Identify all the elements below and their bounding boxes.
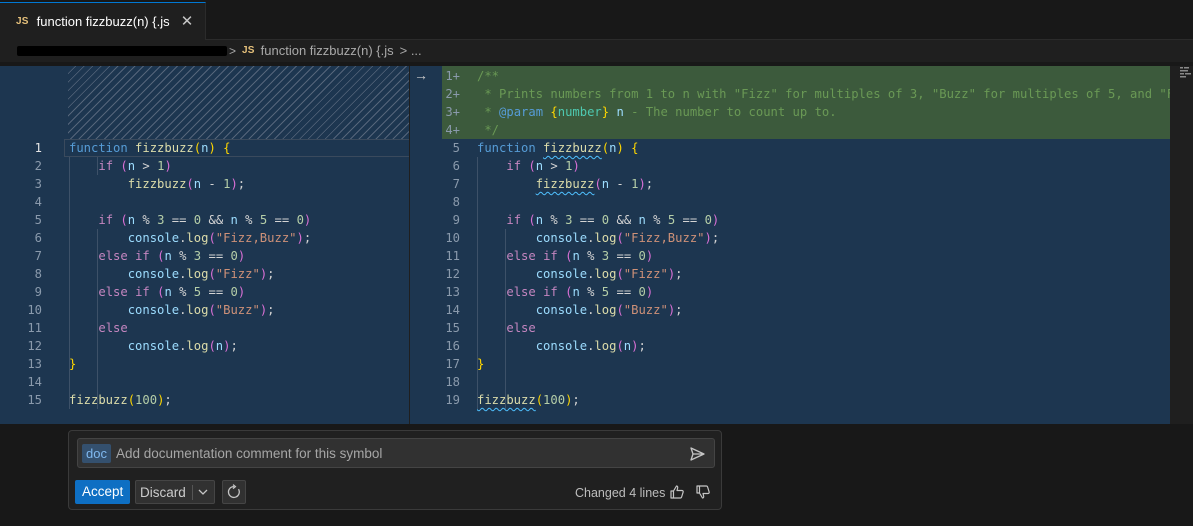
code-line[interactable]: fizzbuzz(100); bbox=[69, 391, 172, 409]
code-line[interactable]: } bbox=[69, 355, 76, 373]
line-number: 12 bbox=[445, 267, 460, 281]
added-comment-line[interactable]: * Prints numbers from 1 to n with "Fizz"… bbox=[477, 85, 1170, 103]
code-line[interactable]: fizzbuzz(100); bbox=[477, 391, 580, 409]
code-line[interactable]: else if (n % 5 == 0) bbox=[477, 283, 653, 301]
thumbs-up-icon[interactable] bbox=[669, 484, 685, 500]
line-number: 13 bbox=[27, 357, 42, 371]
line-number: 5 bbox=[34, 213, 42, 227]
line-number: 3 bbox=[34, 177, 42, 191]
line-number: 8 bbox=[34, 267, 42, 281]
code-line[interactable]: else if (n % 3 == 0) bbox=[477, 247, 653, 265]
line-number: 6 bbox=[452, 159, 460, 173]
overview-ruler[interactable] bbox=[1170, 66, 1193, 424]
code-line[interactable]: if (n > 1) bbox=[69, 157, 171, 175]
tab-bar: JS function fizzbuzz(n) {.js ✕ bbox=[0, 0, 1193, 40]
editor-tab[interactable]: JS function fizzbuzz(n) {.js ✕ bbox=[0, 2, 206, 40]
code-line[interactable]: console.log(n); bbox=[477, 337, 646, 355]
chevron-down-icon[interactable] bbox=[196, 485, 210, 499]
line-number: 15 bbox=[27, 393, 42, 407]
regenerate-button[interactable] bbox=[222, 480, 246, 504]
refresh-icon bbox=[227, 484, 240, 499]
redacted-path bbox=[17, 46, 227, 56]
added-comment-line[interactable]: /** bbox=[477, 67, 1170, 85]
diff-placeholder-hatch bbox=[68, 66, 410, 139]
line-number: 12 bbox=[27, 339, 42, 353]
code-line[interactable]: console.log("Fizz,Buzz"); bbox=[69, 229, 311, 247]
code-line[interactable]: else if (n % 3 == 0) bbox=[69, 247, 245, 265]
code-line[interactable]: console.log("Buzz"); bbox=[69, 301, 275, 319]
line-number: 8 bbox=[452, 195, 460, 209]
doc-prompt-input[interactable]: doc Add documentation comment for this s… bbox=[77, 438, 715, 468]
code-line[interactable]: console.log("Fizz"); bbox=[477, 265, 683, 283]
line-number: 11 bbox=[445, 249, 460, 263]
revert-arrow-icon[interactable]: → bbox=[411, 67, 431, 83]
input-placeholder: Add documentation comment for this symbo… bbox=[116, 446, 383, 461]
line-number: 9 bbox=[452, 213, 460, 227]
line-number: 2+ bbox=[445, 87, 460, 101]
code-line[interactable]: console.log("Fizz"); bbox=[69, 265, 275, 283]
code-line[interactable]: fizzbuzz(n - 1); bbox=[477, 175, 653, 193]
line-number: 7 bbox=[34, 249, 42, 263]
inline-chat-widget: doc Add documentation comment for this s… bbox=[68, 430, 722, 510]
doc-command-tag: doc bbox=[82, 444, 111, 463]
code-line[interactable]: console.log("Fizz,Buzz"); bbox=[477, 229, 719, 247]
button-separator bbox=[192, 485, 193, 500]
code-line[interactable]: console.log(n); bbox=[69, 337, 238, 355]
code-line[interactable]: else bbox=[69, 319, 127, 337]
js-file-icon: JS bbox=[242, 45, 255, 56]
code-line[interactable]: console.log("Buzz"); bbox=[477, 301, 683, 319]
code-line[interactable]: if (n > 1) bbox=[477, 157, 579, 175]
line-number: 5 bbox=[452, 141, 460, 155]
accept-button[interactable]: Accept bbox=[75, 480, 131, 504]
change-summary: Changed 4 lines bbox=[575, 486, 666, 500]
original-pane: 1 2 3 4 5 6 7 8 9 10 11 12 13 14 15 function fizzbuzz(… bbox=[0, 66, 410, 424]
line-number: 9 bbox=[34, 285, 42, 299]
line-number: 3+ bbox=[445, 105, 460, 119]
line-number: 10 bbox=[445, 231, 460, 245]
line-number: 10 bbox=[27, 303, 42, 317]
code-line[interactable]: function fizzbuzz(n) { bbox=[69, 139, 230, 157]
line-number: 18 bbox=[445, 375, 460, 389]
breadcrumb: > JS function fizzbuzz(n) {.js > ... bbox=[0, 40, 1193, 62]
code-line[interactable]: if (n % 3 == 0 && n % 5 == 0) bbox=[69, 211, 311, 229]
line-number: 13 bbox=[445, 285, 460, 299]
line-number: 2 bbox=[34, 159, 42, 173]
send-icon[interactable] bbox=[688, 445, 706, 463]
line-number: 1 bbox=[34, 141, 42, 155]
line-number: 4+ bbox=[445, 123, 460, 137]
discard-label: Discard bbox=[140, 485, 186, 500]
line-number: 6 bbox=[34, 231, 42, 245]
added-comment-line[interactable]: */ bbox=[477, 121, 1170, 139]
discard-button[interactable]: Discard bbox=[135, 480, 215, 504]
code-line[interactable]: if (n % 3 == 0 && n % 5 == 0) bbox=[477, 211, 719, 229]
line-number: 14 bbox=[445, 303, 460, 317]
line-number: 4 bbox=[34, 195, 42, 209]
tab-title: function fizzbuzz(n) {.js bbox=[36, 14, 170, 29]
added-comment-line[interactable]: * @param {number} n - The number to coun… bbox=[477, 103, 1170, 121]
line-number: 7 bbox=[452, 177, 460, 191]
line-number: 14 bbox=[27, 375, 42, 389]
line-number: 15 bbox=[445, 321, 460, 335]
code-line[interactable]: else bbox=[477, 319, 535, 337]
close-icon[interactable]: ✕ bbox=[179, 12, 195, 30]
minimap-icon bbox=[1180, 67, 1191, 78]
code-line[interactable]: function fizzbuzz(n) { bbox=[477, 139, 638, 157]
breadcrumb-file[interactable]: function fizzbuzz(n) {.js bbox=[261, 43, 394, 58]
line-number: 19 bbox=[445, 393, 460, 407]
js-file-icon: JS bbox=[16, 16, 29, 27]
breadcrumb-symbol[interactable]: > ... bbox=[400, 43, 422, 58]
code-line[interactable]: fizzbuzz(n - 1); bbox=[69, 175, 245, 193]
diff-editor: 1 2 3 4 5 6 7 8 9 10 11 12 13 14 15 function fizzbuzz(… bbox=[0, 66, 1193, 424]
breadcrumb-separator: > bbox=[229, 43, 237, 58]
code-line[interactable]: else if (n % 5 == 0) bbox=[69, 283, 245, 301]
code-line[interactable]: } bbox=[477, 355, 484, 373]
thumbs-down-icon[interactable] bbox=[695, 484, 711, 500]
modified-pane: 1+ 2+ 3+ 4+ 5 6 7 8 9 10 11 12 13 14 15 16 17 18 19 /** * … bbox=[410, 66, 1170, 424]
line-number: 16 bbox=[445, 339, 460, 353]
line-number: 17 bbox=[445, 357, 460, 371]
line-number: 11 bbox=[27, 321, 42, 335]
